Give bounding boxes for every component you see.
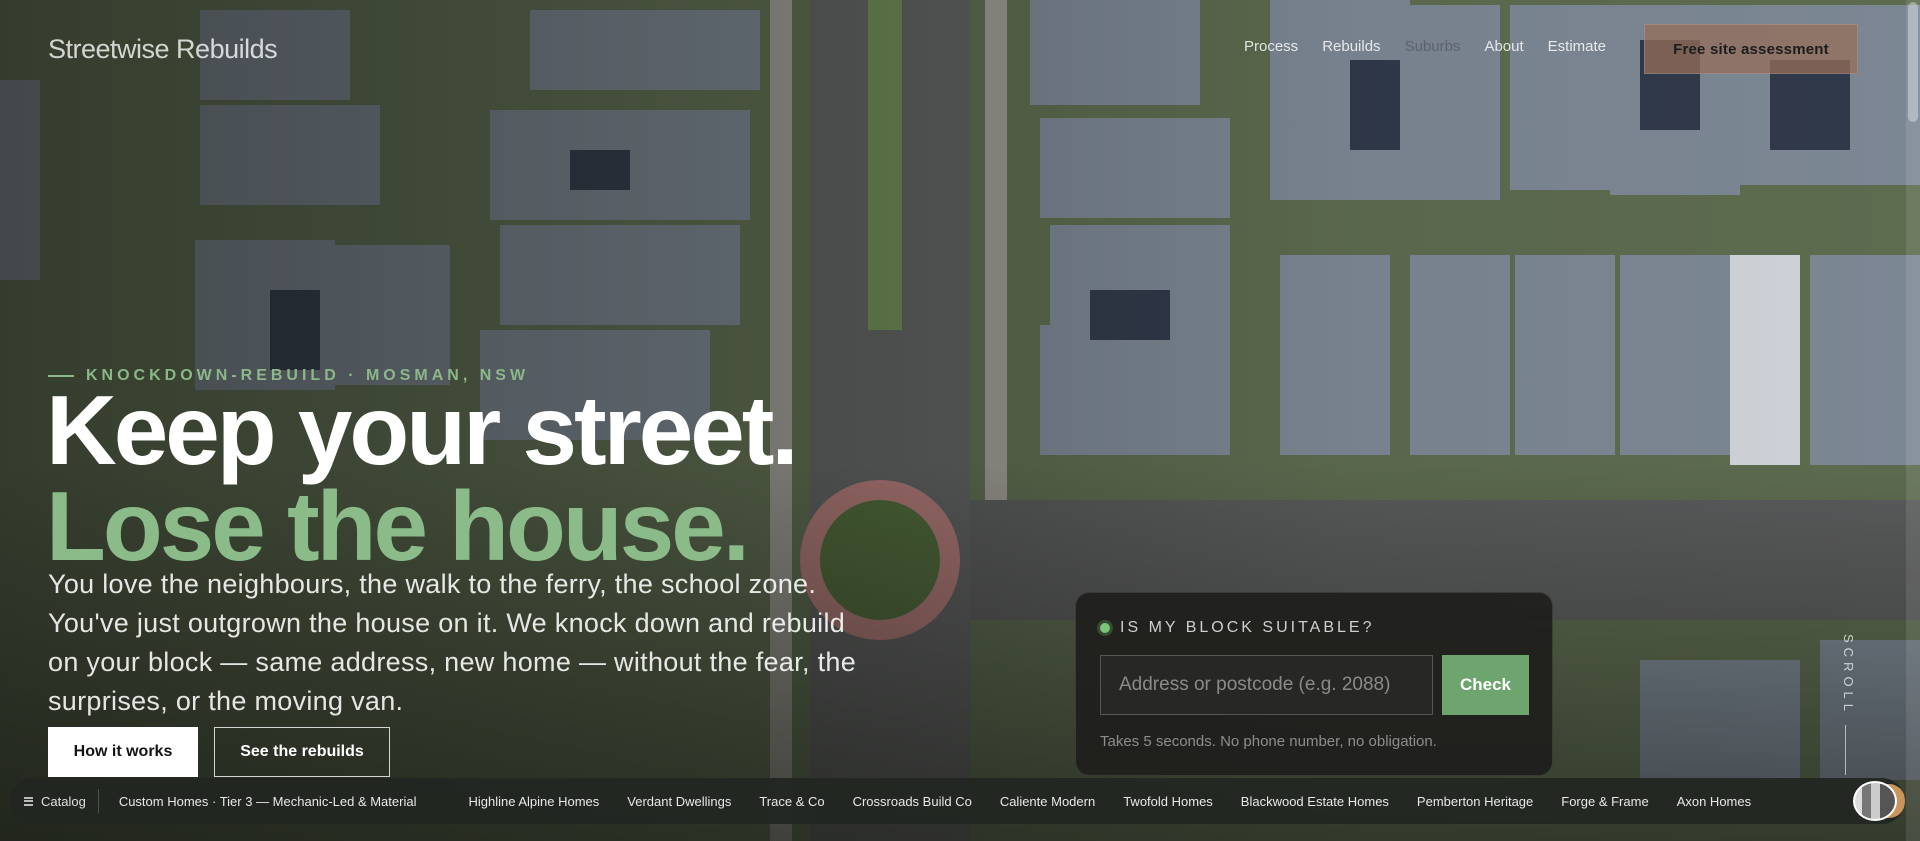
nav-process[interactable]: Process	[1244, 38, 1298, 55]
site-logo[interactable]: Streetwise Rebuilds	[48, 34, 278, 65]
main-nav: Process Rebuilds Suburbs About Estimate	[1244, 38, 1606, 55]
catalog-item[interactable]: Pemberton Heritage	[1417, 794, 1533, 809]
headline-line-2: Lose the house.	[46, 471, 750, 581]
nav-about[interactable]: About	[1484, 38, 1523, 55]
suitability-card: IS MY BLOCK SUITABLE? Address or postcod…	[1075, 592, 1553, 776]
list-icon	[24, 796, 33, 806]
headline-line-1: Keep your street.	[46, 375, 799, 485]
hero-headline: Keep your street. Lose the house.	[46, 375, 799, 581]
catalog-label-text: Catalog	[41, 793, 86, 809]
see-the-rebuilds-button[interactable]: See the rebuilds	[214, 727, 390, 777]
address-input[interactable]: Address or postcode (e.g. 2088)	[1100, 655, 1433, 715]
catalog-item[interactable]: Blackwood Estate Homes	[1241, 794, 1389, 809]
suitability-title: IS MY BLOCK SUITABLE?	[1120, 619, 1375, 636]
catalog-item[interactable]: Twofold Homes	[1123, 794, 1213, 809]
suitability-note: Takes 5 seconds. No phone number, no obl…	[1100, 733, 1437, 750]
scroll-indicator: SCROLL	[1841, 634, 1856, 717]
nav-suburbs[interactable]: Suburbs	[1405, 38, 1461, 55]
check-button[interactable]: Check	[1442, 655, 1529, 715]
catalog-item[interactable]: Crossroads Build Co	[853, 794, 972, 809]
hero-lede: You love the neighbours, the walk to the…	[48, 569, 857, 716]
catalog-item[interactable]: Axon Homes	[1677, 794, 1751, 809]
status-dot-icon	[1100, 623, 1110, 633]
scrollbar-thumb[interactable]	[1908, 2, 1918, 122]
how-it-works-button[interactable]: How it works	[48, 727, 198, 777]
nav-rebuilds[interactable]: Rebuilds	[1322, 38, 1380, 55]
catalog-item[interactable]: Highline Alpine Homes	[468, 794, 599, 809]
catalog-label[interactable]: Catalog	[24, 789, 99, 813]
catalog-item[interactable]: Verdant Dwellings	[627, 794, 731, 809]
catalog-item[interactable]: Trace & Co	[759, 794, 824, 809]
catalog-bar: Catalog Custom Homes · Tier 3 — Mechanic…	[10, 778, 1905, 824]
catalog-item[interactable]: Forge & Frame	[1561, 794, 1648, 809]
page-scrollbar[interactable]	[1906, 0, 1920, 841]
scroll-line	[1845, 725, 1846, 775]
nav-estimate[interactable]: Estimate	[1548, 38, 1606, 55]
catalog-item[interactable]: Caliente Modern	[1000, 794, 1095, 809]
catalog-tier: Custom Homes · Tier 3 — Mechanic-Led & M…	[118, 793, 417, 809]
free-site-assessment-button[interactable]: Free site assessment	[1644, 24, 1858, 74]
avatar[interactable]	[1853, 781, 1897, 821]
suitability-heading: IS MY BLOCK SUITABLE?	[1100, 619, 1374, 637]
